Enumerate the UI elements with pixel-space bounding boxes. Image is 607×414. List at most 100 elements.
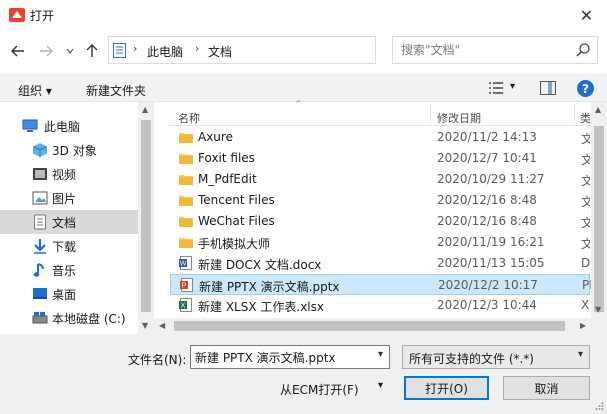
file-type: 文	[581, 174, 590, 188]
chevron-down-icon[interactable]: ▾	[378, 380, 383, 391]
chevron-down-icon[interactable]: ▾	[378, 349, 383, 360]
file-date: 2020/11/2 14:13	[437, 130, 537, 144]
file-list-vertical-scrollbar-thumb[interactable]	[594, 126, 604, 312]
scroll-up-arrow-icon[interactable]: ▲	[142, 105, 148, 114]
filename-combobox[interactable]: ▾	[190, 345, 390, 369]
command-toolbar: 组织 ▾ 新建文件夹 ▾ ?	[0, 74, 607, 102]
file-row[interactable]: WeChat Files 2020/12/16 8:48 文	[170, 211, 590, 232]
file-row[interactable]: W 新建 DOCX 文档.docx 2020/11/13 15:05 Do	[170, 253, 590, 274]
navigation-pane-scrollbar-thumb[interactable]	[141, 120, 151, 312]
breadcrumb-this-pc[interactable]: 此电脑	[147, 43, 183, 60]
file-name: 手机模拟大师	[198, 237, 271, 251]
file-name: WeChat Files	[198, 214, 275, 228]
folder-icon	[179, 238, 193, 248]
app-logo-icon	[9, 8, 25, 22]
resize-grip-icon[interactable]	[594, 401, 604, 411]
file-date: 2020/12/3 10:44	[437, 298, 537, 312]
column-divider[interactable]	[574, 104, 575, 124]
open-from-ecm-button[interactable]: 从ECM打开(F)	[280, 381, 359, 398]
sidebar-item-label: 图片	[52, 191, 77, 206]
svg-text:W: W	[180, 261, 187, 268]
close-icon: ✕	[579, 5, 594, 25]
new-folder-button[interactable]: 新建文件夹	[86, 82, 146, 99]
breadcrumb-separator-icon: ›	[195, 42, 200, 55]
open-button-label: 打开(O)	[425, 381, 468, 396]
title-bar: 打开 ✕	[0, 0, 607, 30]
arrow-left-icon	[11, 45, 24, 57]
file-name: Axure	[198, 130, 233, 144]
svg-text:X: X	[181, 303, 186, 310]
file-name: Foxit files	[198, 151, 255, 165]
preview-pane-button[interactable]	[540, 81, 556, 95]
view-dropdown-button[interactable]: ▾	[510, 81, 515, 92]
scroll-left-arrow-icon[interactable]: ◀	[159, 321, 165, 330]
scroll-down-arrow-icon[interactable]: ▼	[595, 305, 601, 314]
file-type: 文	[581, 216, 590, 230]
column-header-name[interactable]: 名称	[178, 110, 200, 126]
sidebar-item-this-pc[interactable]: 此电脑	[0, 114, 138, 138]
file-name: Tencent Files	[198, 193, 275, 207]
search-icon[interactable]	[575, 42, 591, 58]
file-list-horizontal-scrollbar-thumb[interactable]	[174, 321, 565, 331]
help-button[interactable]: ?	[577, 80, 594, 97]
sidebar-item-music[interactable]: 音乐	[0, 258, 138, 282]
sidebar-item-desktop[interactable]: 桌面	[0, 282, 138, 306]
search-input[interactable]	[401, 41, 571, 59]
back-button[interactable]	[9, 42, 27, 60]
file-type: PP	[582, 278, 591, 292]
file-row[interactable]: 手机模拟大师 2020/11/19 16:21 文	[170, 232, 590, 253]
cancel-button[interactable]: 取消	[503, 376, 590, 400]
filetype-select[interactable]: 所有可支持的文件 (*.*) ▾	[402, 345, 590, 369]
file-type: 文	[581, 237, 590, 251]
sidebar-item-3d-objects[interactable]: 3D 对象	[0, 138, 138, 162]
svg-text:P: P	[182, 283, 187, 290]
column-header-date[interactable]: 修改日期	[437, 110, 481, 126]
cancel-button-label: 取消	[534, 381, 559, 396]
sidebar-item-local-disk-c[interactable]: 本地磁盘 (C:)	[0, 306, 138, 330]
scroll-up-arrow-icon[interactable]: ▲	[595, 105, 601, 114]
sidebar-item-downloads[interactable]: 下载	[0, 234, 138, 258]
sidebar-item-pictures[interactable]: 图片	[0, 186, 138, 210]
search-box[interactable]	[392, 36, 598, 64]
file-row[interactable]: X 新建 XLSX 工作表.xlsx 2020/12/3 10:44 XL	[170, 295, 590, 316]
file-name: M_PdfEdit	[198, 172, 257, 186]
sidebar-item-label: 音乐	[52, 263, 77, 278]
filename-label: 文件名(N):	[128, 353, 187, 367]
folder-icon	[179, 217, 193, 227]
file-row[interactable]: Axure 2020/11/2 14:13 文	[170, 127, 590, 148]
close-button[interactable]: ✕	[566, 0, 607, 30]
column-divider[interactable]	[430, 104, 431, 124]
excel-doc-icon: X	[179, 298, 192, 312]
file-row[interactable]: Tencent Files 2020/12/16 8:48 文	[170, 190, 590, 211]
details-view-icon	[489, 82, 503, 94]
sidebar-item-label: 文档	[52, 215, 77, 230]
scroll-right-arrow-icon[interactable]: ▶	[580, 321, 586, 330]
forward-button[interactable]	[37, 42, 55, 60]
open-button[interactable]: 打开(O)	[404, 376, 489, 400]
file-date: 2020/12/7 10:41	[437, 151, 537, 165]
column-header-type[interactable]: 类	[580, 110, 591, 126]
view-options-button[interactable]	[488, 81, 504, 98]
sidebar-item-documents[interactable]: 文档	[0, 210, 138, 234]
document-location-icon	[113, 43, 126, 58]
sidebar-item-videos[interactable]: 视频	[0, 162, 138, 186]
file-name: 新建 XLSX 工作表.xlsx	[198, 300, 324, 314]
drive-icon	[32, 312, 48, 324]
recent-locations-button[interactable]	[61, 42, 79, 60]
help-icon: ?	[582, 81, 589, 96]
organize-menu-button[interactable]: 组织 ▾	[18, 82, 52, 99]
sidebar-item-label: 本地磁盘 (C:)	[52, 311, 126, 326]
scroll-down-arrow-icon[interactable]: ▼	[142, 321, 148, 330]
up-button[interactable]	[83, 42, 101, 60]
file-row-selected[interactable]: P 新建 PPTX 演示文稿.pptx 2020/12/2 10:17 PP	[170, 274, 591, 295]
address-bar[interactable]: › 此电脑 › 文档	[108, 36, 479, 64]
file-row[interactable]: Foxit files 2020/12/7 10:41 文	[170, 148, 590, 169]
sidebar-item-label: 此电脑	[44, 119, 81, 134]
breadcrumb-documents[interactable]: 文档	[208, 43, 232, 60]
file-date: 2020/11/19 16:21	[437, 235, 545, 249]
filename-input[interactable]	[195, 349, 365, 365]
file-row[interactable]: M_PdfEdit 2020/10/29 11:27 文	[170, 169, 590, 190]
desktop-icon	[33, 288, 47, 299]
file-type: 文	[581, 153, 590, 167]
chevron-down-icon[interactable]: ▾	[578, 349, 583, 360]
